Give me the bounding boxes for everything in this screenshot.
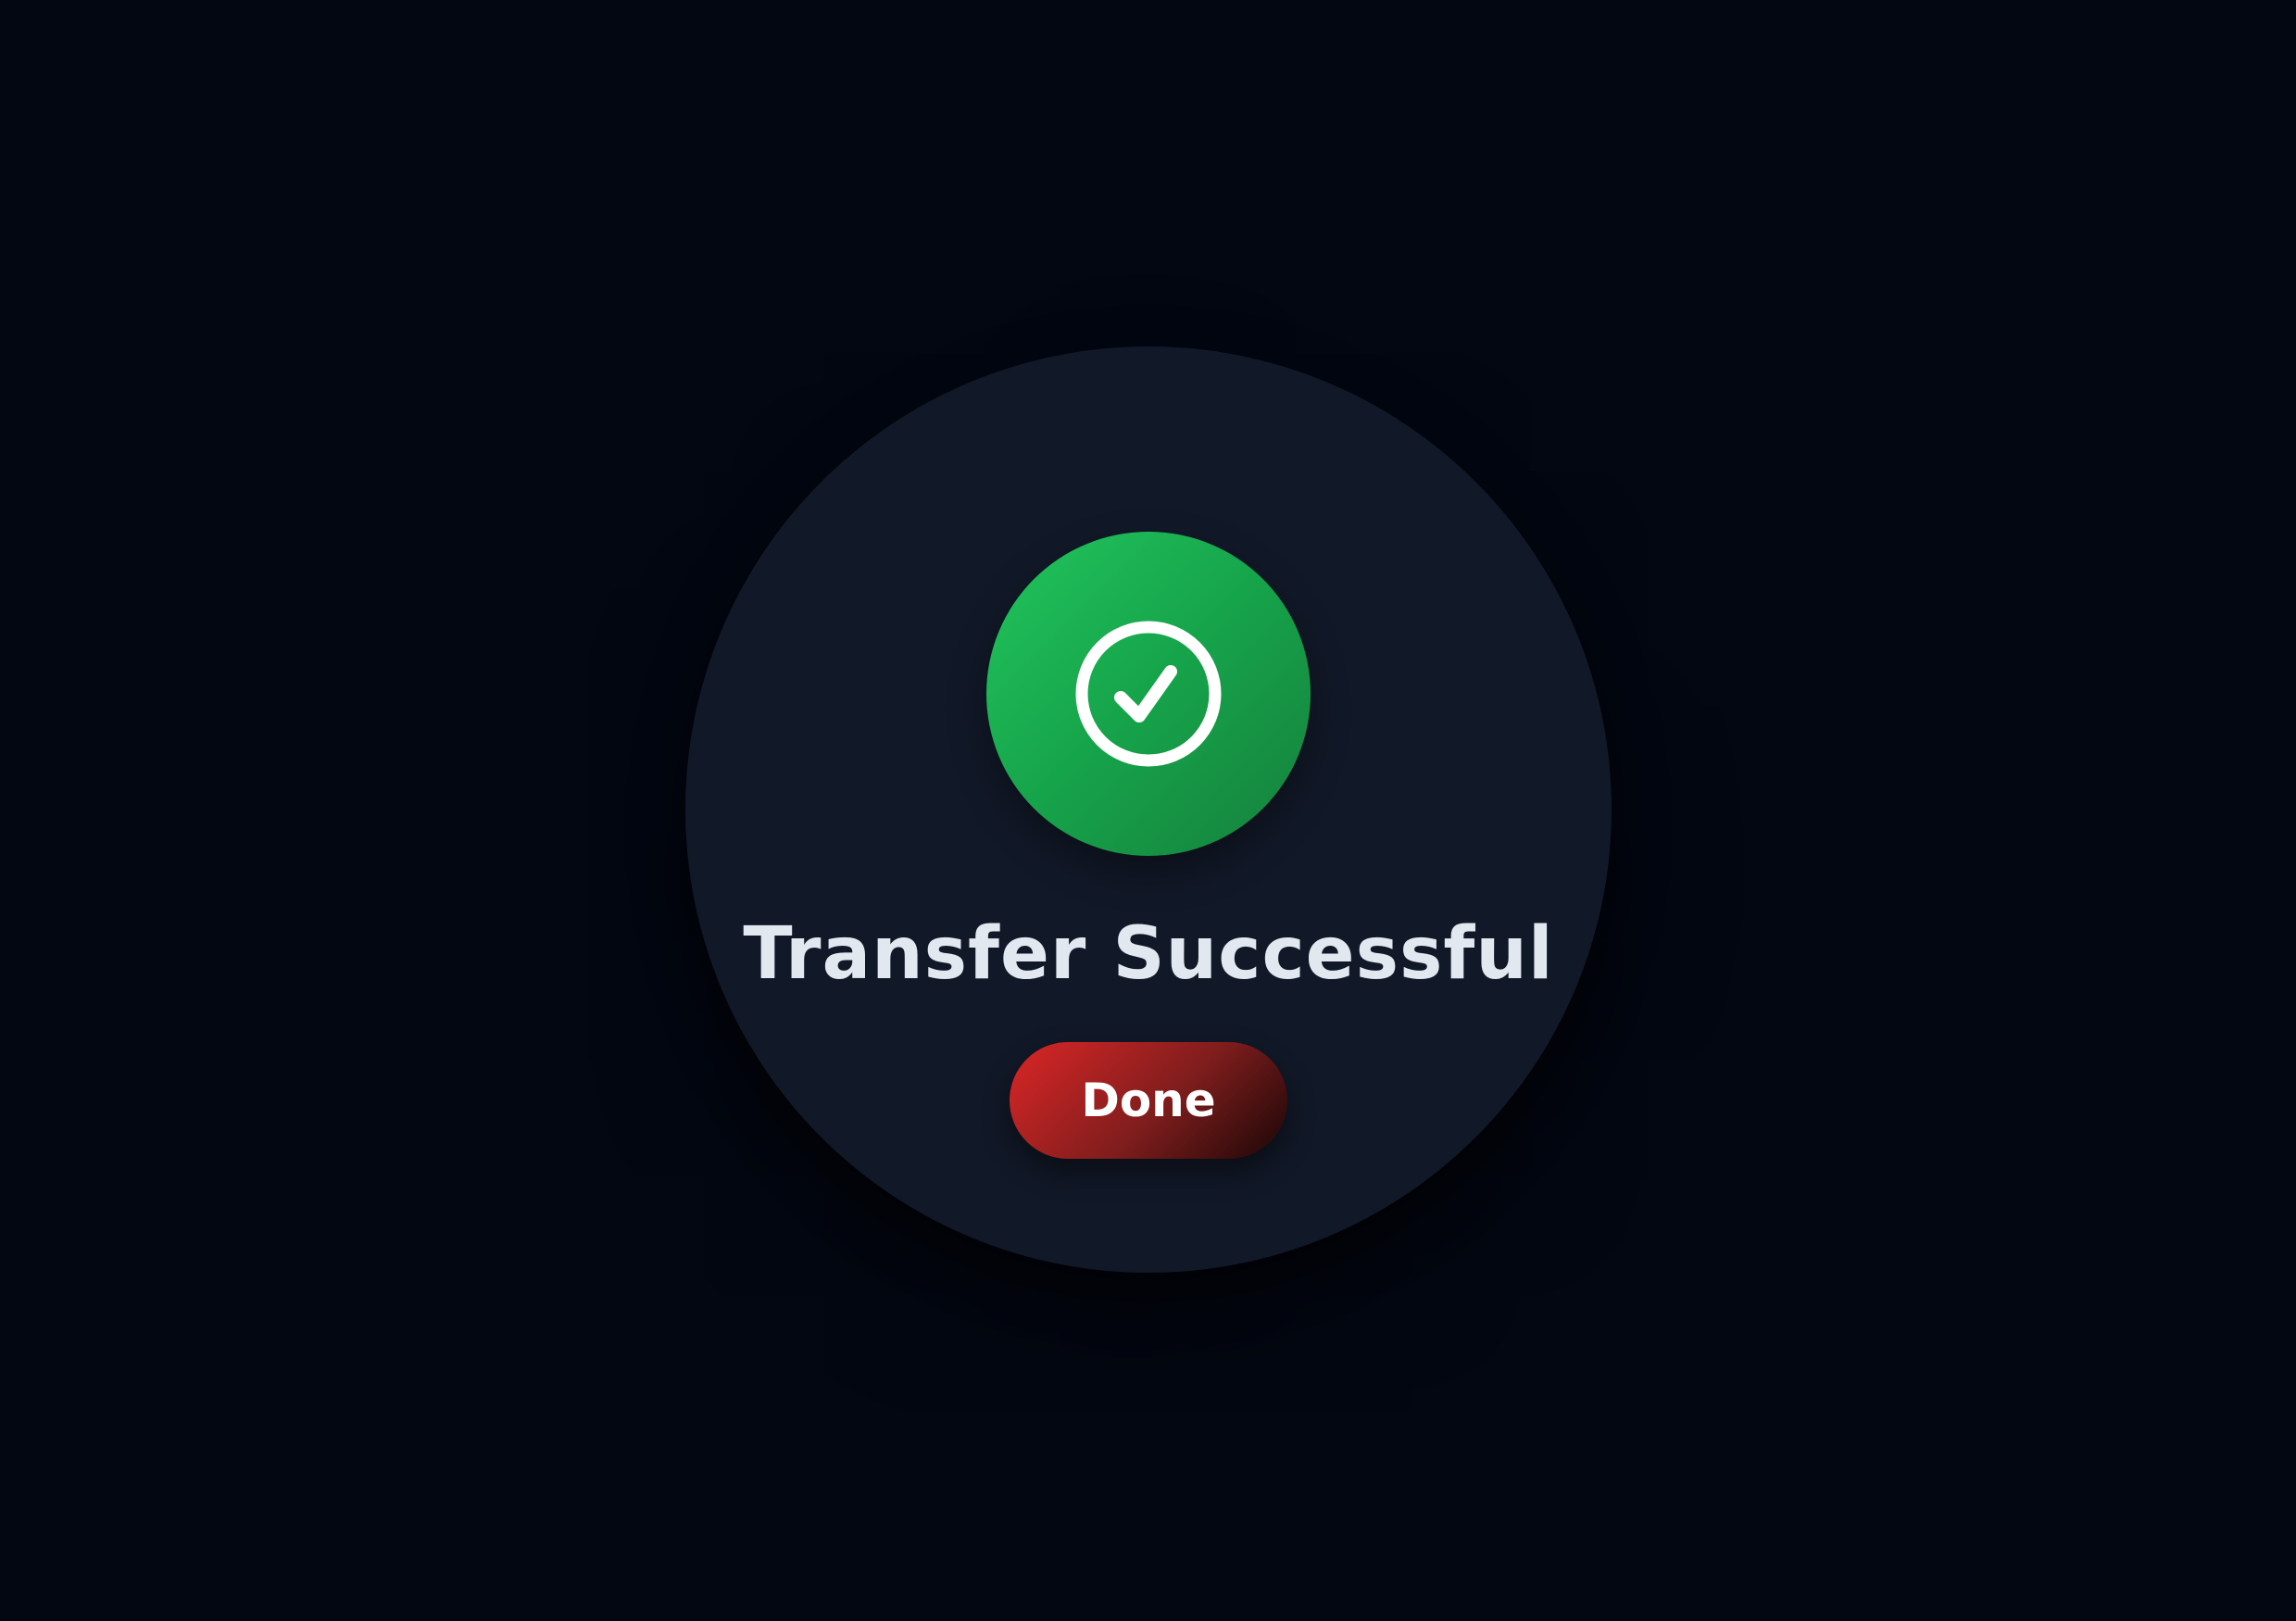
success-icon-badge bbox=[986, 532, 1311, 856]
page-background: Transfer Successful Done bbox=[0, 0, 2296, 1621]
check-circle-icon bbox=[1075, 621, 1222, 767]
done-button[interactable]: Done bbox=[1010, 1042, 1287, 1159]
dialog-title: Transfer Successful bbox=[743, 912, 1554, 996]
